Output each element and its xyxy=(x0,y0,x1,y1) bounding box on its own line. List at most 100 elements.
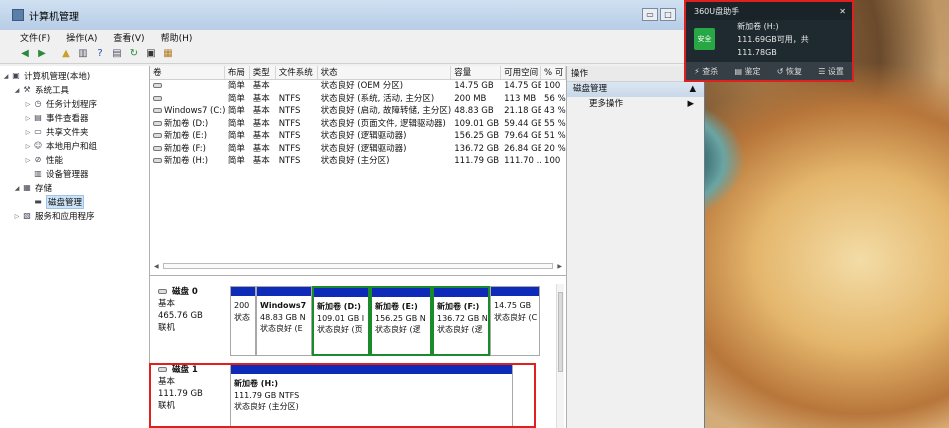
expand-toggle-icon[interactable]: ◢ xyxy=(13,87,21,94)
column-header[interactable]: 文件系统 xyxy=(276,66,318,79)
column-header[interactable]: 容量 xyxy=(451,66,502,79)
tree-item-0[interactable]: ◢ ▣ 计算机管理(本地) xyxy=(0,69,149,83)
table-row[interactable]: 简单 基本 NTFS 状态良好 (系统, 活动, 主分区) 200 MB 113 MB 56… xyxy=(150,93,566,106)
popup-settings-button[interactable]: ☰ 设置 xyxy=(818,66,844,77)
column-header[interactable]: 卷 xyxy=(150,66,225,79)
tree-item-label: 本地用户和组 xyxy=(46,142,98,152)
column-header[interactable]: 状态 xyxy=(318,66,452,79)
popup-volume-info: 111.69GB可用，共111.78GB xyxy=(737,34,809,57)
tree-item-2[interactable]: ▷ ◷ 任务计划程序 xyxy=(0,97,149,111)
disk-size: 465.76 GB xyxy=(158,311,203,321)
disk-icon xyxy=(158,289,167,294)
tree-item-7[interactable]: ▥ 设备管理器 xyxy=(0,167,149,181)
back-arrow-icon[interactable]: ◀ xyxy=(18,47,32,61)
tree-item-4[interactable]: ▷ ▭ 共享文件夹 xyxy=(0,125,149,139)
title-bar[interactable]: 计算机管理 ▭ □ xyxy=(0,0,704,30)
expand-toggle-icon[interactable]: ▷ xyxy=(13,213,21,220)
computer-icon: ▣ xyxy=(12,71,20,80)
tree-item-3[interactable]: ▷ ▤ 事件查看器 xyxy=(0,111,149,125)
popup-identify-button[interactable]: ▤ 鉴定 xyxy=(734,66,760,77)
actions-section-disk-management[interactable]: 磁盘管理 ▲ xyxy=(567,82,704,97)
collapse-up-icon[interactable]: ▲ xyxy=(689,82,696,97)
disk-name: 磁盘 0 xyxy=(158,286,230,298)
tree-item-6[interactable]: ▷ ⊘ 性能 xyxy=(0,153,149,167)
table-cell: NTFS xyxy=(278,118,301,129)
tree-item-8[interactable]: ◢ ▦ 存储 xyxy=(0,181,149,195)
expand-toggle-icon[interactable]: ▷ xyxy=(24,143,32,150)
scroll-right-icon[interactable]: ▶ xyxy=(557,263,562,270)
show-tree-icon[interactable]: ▥ xyxy=(76,47,90,61)
table-row[interactable]: 简单 基本 状态良好 (OEM 分区) 14.75 GB 14.75 GB 100 xyxy=(150,80,566,93)
table-row[interactable]: 新加卷 (E:) 简单 基本 NTFS 状态良好 (逻辑驱动器) 156.25 GB 79.… xyxy=(150,130,566,143)
export-icon[interactable]: ▣ xyxy=(144,47,158,61)
column-header[interactable]: 类型 xyxy=(250,66,276,79)
maximize-button[interactable]: □ xyxy=(660,8,676,21)
table-cell: 56 % xyxy=(544,93,566,104)
table-row[interactable]: 新加卷 (F:) 简单 基本 NTFS 状态良好 (逻辑驱动器) 136.72 GB 26.… xyxy=(150,143,566,156)
partition-bar xyxy=(372,288,430,297)
table-cell: 136.72 GB xyxy=(454,143,500,154)
options-icon[interactable]: ▦ xyxy=(161,47,175,61)
expand-toggle-icon[interactable]: ▷ xyxy=(24,101,32,108)
partition-block[interactable]: 新加卷 (F:) 136.72 GB N 状态良好 (逻 xyxy=(432,286,490,356)
partition-block[interactable]: 新加卷 (D:) 109.01 GB I 状态良好 (页 xyxy=(312,286,370,356)
table-cell: 20 % xyxy=(544,143,566,154)
tree-item-5[interactable]: ▷ ☺ 本地用户和组 xyxy=(0,139,149,153)
properties-icon[interactable]: ▤ xyxy=(110,47,124,61)
partition-block[interactable]: Windows7 48.83 GB N 状态良好 (E xyxy=(256,286,312,356)
more-actions-item[interactable]: 更多操作 ▶ xyxy=(567,97,704,111)
partition-name: Windows7 xyxy=(260,301,307,310)
expand-toggle-icon[interactable]: ▷ xyxy=(24,129,32,136)
table-row[interactable]: 新加卷 (H:) 简单 基本 NTFS 状态良好 (主分区) 111.79 GB 111.7… xyxy=(150,155,566,168)
tree-item-9[interactable]: ▬ 磁盘管理 xyxy=(0,195,149,209)
event-viewer-icon: ▤ xyxy=(34,113,42,122)
popup-close-icon[interactable]: ✕ xyxy=(839,7,846,16)
scroll-left-icon[interactable]: ◀ xyxy=(154,263,159,270)
table-row[interactable]: 新加卷 (D:) 简单 基本 NTFS 状态良好 (页面文件, 逻辑驱动器) 109.01… xyxy=(150,118,566,131)
table-cell: 简单 xyxy=(227,156,245,166)
tree-item-label: 设备管理器 xyxy=(46,170,89,180)
menu-help[interactable]: 帮助(H) xyxy=(161,31,193,44)
folder-icon: ▭ xyxy=(34,127,42,136)
table-row[interactable]: Windows7 (C:) 简单 基本 NTFS 状态良好 (启动, 故障转储, 主分区… xyxy=(150,105,566,118)
disk-info[interactable]: 磁盘 0 基本 465.76 GB 联机 xyxy=(155,286,230,356)
partition-name: 新加卷 (F:) xyxy=(437,302,480,311)
column-header[interactable]: 布局 xyxy=(225,66,250,79)
volume-name: Windows7 (C:) xyxy=(164,106,225,116)
menu-action[interactable]: 操作(A) xyxy=(66,31,97,44)
partition-bar xyxy=(434,288,488,297)
vertical-scrollbar[interactable] xyxy=(556,284,564,428)
window-title: 计算机管理 xyxy=(29,11,79,23)
column-header[interactable]: % 可 xyxy=(541,66,566,79)
help-icon[interactable]: ? xyxy=(93,47,107,61)
partition-status: 状态良好 (页 xyxy=(317,325,363,334)
partition-block[interactable]: 新加卷 (E:) 156.25 GB N 状态良好 (逻 xyxy=(370,286,432,356)
expand-toggle-icon[interactable]: ▷ xyxy=(24,115,32,122)
popup-scan-button[interactable]: ⚡ 查杀 xyxy=(694,66,718,77)
expand-toggle-icon[interactable]: ◢ xyxy=(13,185,21,192)
forward-arrow-icon[interactable]: ▶ xyxy=(35,47,49,61)
table-cell: 状态良好 (逻辑驱动器) xyxy=(320,131,407,141)
expand-toggle-icon[interactable]: ▷ xyxy=(24,157,32,164)
tree-item-label: 服务和应用程序 xyxy=(35,212,95,222)
services-icon: ▧ xyxy=(23,211,31,220)
expand-toggle-icon[interactable]: ◢ xyxy=(2,73,10,80)
volume-name-cell xyxy=(150,93,225,106)
users-icon: ☺ xyxy=(33,141,43,150)
tree-item-10[interactable]: ▷ ▧ 服务和应用程序 xyxy=(0,209,149,223)
refresh-icon[interactable]: ↻ xyxy=(127,47,141,61)
popup-recover-button[interactable]: ↺ 恢复 xyxy=(777,66,802,77)
column-header[interactable]: 可用空间 xyxy=(501,66,542,79)
partition-block[interactable]: 14.75 GB 状态良好 (C xyxy=(490,286,540,356)
partition-block[interactable]: 200 状态 xyxy=(230,286,256,356)
toolbar: ◀ ▶ ▲ ▥ ? ▤ ↻ ▣ ▦ xyxy=(0,44,704,64)
volume-icon xyxy=(153,133,162,138)
menu-file[interactable]: 文件(F) xyxy=(20,31,50,44)
actions-pane: 操作 磁盘管理 ▲ 更多操作 ▶ xyxy=(567,66,704,428)
menu-view[interactable]: 查看(V) xyxy=(113,31,144,44)
up-folder-icon[interactable]: ▲ xyxy=(59,47,73,61)
table-cell: 状态良好 (启动, 故障转储, 主分区) xyxy=(320,106,452,116)
horizontal-scrollbar[interactable]: ◀ ▶ xyxy=(150,261,566,271)
minimize-button[interactable]: ▭ xyxy=(642,8,658,21)
tree-item-1[interactable]: ◢ ⚒ 系统工具 xyxy=(0,83,149,97)
